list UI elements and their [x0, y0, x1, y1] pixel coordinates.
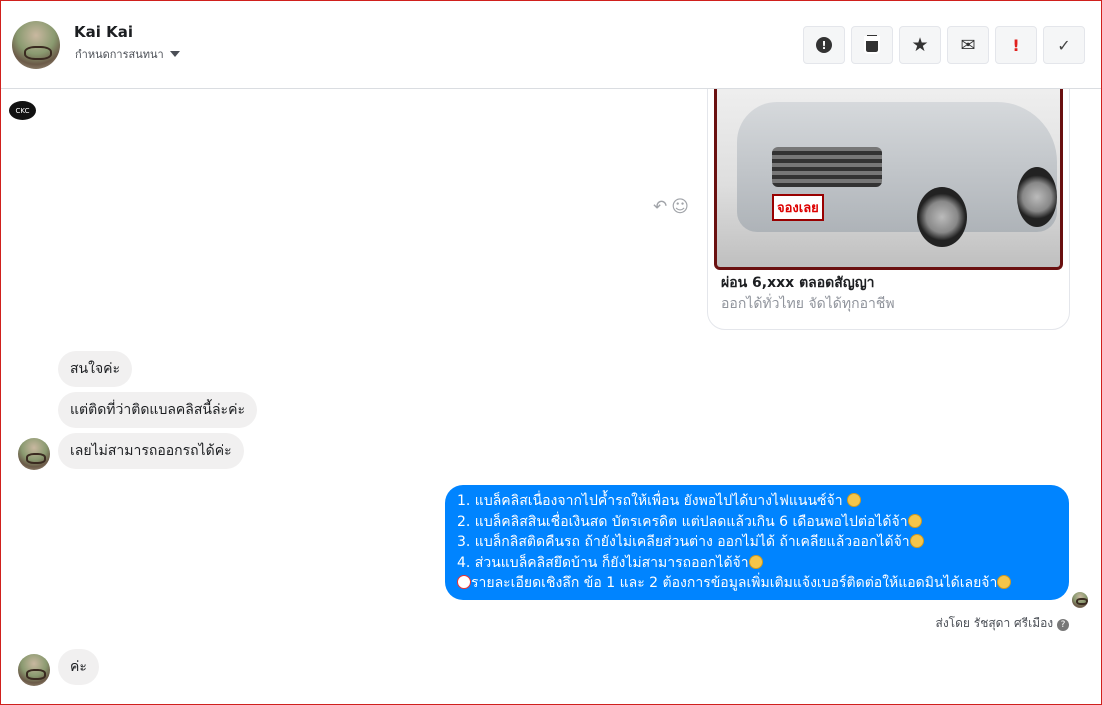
follow-up-button[interactable]: !: [995, 26, 1037, 64]
alert-circle-icon: !: [816, 37, 832, 53]
mark-done-button[interactable]: ✓: [1043, 26, 1085, 64]
incoming-message: สนใจค่ะ: [58, 351, 133, 387]
car-wheel: [917, 187, 967, 247]
envelope-icon: ✉: [960, 34, 976, 56]
nerd-emoji-icon: [909, 534, 924, 548]
image-badge: จองเลย: [772, 194, 824, 221]
contact-avatar-small: [18, 654, 50, 686]
incoming-message: เลยไม่สามารถออกรถได้ค่ะ: [58, 433, 244, 469]
reply-icon[interactable]: ↶: [653, 197, 667, 217]
conversation-header: Kai Kai กำหนดการสนทนา ! ★ ✉ ! ✓: [1, 1, 1101, 89]
message-line: 2. แบล็คลิสสินเชื่อเงินสด บัตรเครดิต แต่…: [457, 512, 1057, 533]
incoming-message: ค่ะ: [58, 649, 99, 685]
conversation-settings-label: กำหนดการสนทนา: [75, 48, 164, 61]
incoming-message: แต่ติดที่ว่าติดแบลคลิสนี้ล่ะค่ะ: [58, 392, 257, 428]
check-icon: ✓: [1057, 35, 1071, 55]
nerd-emoji-icon: [907, 513, 922, 528]
sent-by-label: ส่งโดย รัชสุดา ศรีเมือง ?: [936, 614, 1069, 633]
shared-post-card[interactable]: จองเลย ผ่อน 6,xxx ตลอดสัญญา ออกได้ทั่วไท…: [707, 61, 1070, 330]
page-logo: CKC: [9, 101, 36, 120]
card-title: ผ่อน 6,xxx ตลอดสัญญา: [721, 275, 875, 291]
trash-icon: [864, 36, 880, 54]
star-icon: ★: [911, 34, 929, 56]
seen-avatar: [1072, 592, 1088, 608]
star-button[interactable]: ★: [899, 26, 941, 64]
emoji-react-icon[interactable]: ☺: [671, 197, 689, 217]
outgoing-message: 1. แบล็คลิสเนื่องจากไปค้ำรถให้เพื่อน ยัง…: [445, 485, 1069, 600]
conversation-settings-dropdown[interactable]: กำหนดการสนทนา: [75, 45, 180, 63]
caret-down-icon: [169, 51, 180, 57]
car-wheel: [1017, 167, 1057, 227]
nerd-emoji-icon: [748, 554, 763, 569]
contact-avatar-small: [18, 438, 50, 470]
contact-avatar[interactable]: [12, 21, 60, 69]
message-line: 3. แบล็กลิสติดคืนรถ ถ้ายังไม่เคลียส่วนต่…: [457, 532, 1057, 553]
car-grille: [772, 147, 882, 187]
delete-button[interactable]: [851, 26, 893, 64]
card-subtitle: ออกได้ทั่วไทย จัดได้ทุกอาชีพ: [721, 296, 895, 312]
message-actions: ↶ ☺: [653, 197, 689, 217]
spam-button[interactable]: !: [803, 26, 845, 64]
message-line: รายละเอียดเชิงลึก ข้อ 1 และ 2 ต้องการข้อ…: [457, 573, 1057, 594]
important-icon: !: [1012, 35, 1020, 55]
contact-name[interactable]: Kai Kai: [74, 23, 133, 41]
info-icon: [457, 575, 471, 589]
message-line: 1. แบล็คลิสเนื่องจากไปค้ำรถให้เพื่อน ยัง…: [457, 491, 1057, 512]
help-icon[interactable]: ?: [1057, 619, 1069, 631]
nerd-emoji-icon: [847, 493, 862, 507]
message-line: 4. ส่วนแบล็คลิสยึดบ้าน ก็ยังไม่สามารถออก…: [457, 553, 1057, 574]
mark-unread-button[interactable]: ✉: [947, 26, 989, 64]
toolbar: ! ★ ✉ ! ✓: [803, 26, 1085, 64]
logo-text: CKC: [15, 106, 30, 115]
car-image: จองเลย: [714, 62, 1063, 270]
nerd-emoji-icon: [997, 575, 1012, 589]
